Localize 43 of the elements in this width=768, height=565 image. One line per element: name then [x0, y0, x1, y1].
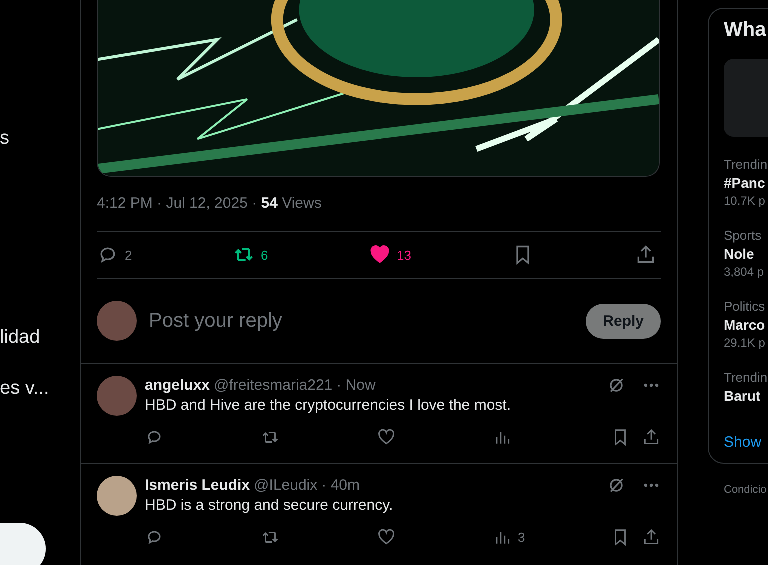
avatar: [97, 376, 137, 416]
share-icon: [635, 244, 657, 266]
nav-item[interactable]: lidad: [0, 327, 40, 349]
like-icon[interactable]: [377, 428, 396, 447]
trend-category: Trendin: [724, 370, 768, 385]
trend-post-count: 3,804 p: [724, 265, 766, 279]
show-more-link[interactable]: Show: [724, 434, 768, 451]
trend-post-count: 10.7K p: [724, 194, 766, 208]
reply-text: HBD is a strong and secure currency.: [145, 497, 394, 514]
share-icon[interactable]: [642, 428, 661, 447]
trend-category: Politics: [724, 299, 766, 314]
reply-button[interactable]: 2: [97, 244, 136, 266]
trend-post-count: 29.1K p: [724, 336, 766, 350]
trend-name[interactable]: Marco: [724, 317, 768, 333]
slashed-circle-icon[interactable]: [607, 376, 626, 395]
user-handle: @ILeudix: [254, 477, 318, 494]
post-time: · Now: [336, 377, 376, 394]
trend-category: Sports: [724, 228, 763, 243]
user-handle: @freitesmaria221: [214, 377, 333, 394]
views-count: 3: [518, 530, 526, 545]
avatar: [97, 476, 137, 516]
panel-title: Wha: [724, 19, 768, 42]
trend-category: Trendin: [724, 157, 768, 172]
like-icon[interactable]: [377, 528, 396, 547]
reply-button[interactable]: Reply: [586, 304, 661, 338]
post-timestamp: 4:12 PM · Jul 12, 2025 · 54 Views: [97, 194, 323, 214]
user-name[interactable]: angeluxx: [145, 377, 210, 394]
heart-icon: [369, 244, 391, 266]
reply-input[interactable]: Post your reply: [147, 308, 576, 334]
user-name[interactable]: Ismeris Leudix: [145, 477, 250, 494]
footer-link[interactable]: Condicio: [724, 484, 768, 496]
like-button[interactable]: 13: [369, 244, 416, 266]
trend-name[interactable]: Barut: [724, 388, 768, 404]
avatar: [97, 301, 137, 341]
repost-button[interactable]: 6: [233, 244, 272, 266]
nav-item[interactable]: s: [0, 128, 10, 150]
trend-name[interactable]: #Panc: [724, 175, 768, 191]
slashed-circle-icon[interactable]: [607, 476, 626, 495]
trend-name[interactable]: Nole: [724, 246, 768, 262]
post-time: · 40m: [322, 477, 360, 494]
share-icon[interactable]: [642, 528, 661, 547]
nav-item[interactable]: es v...: [0, 378, 50, 400]
reply-text: HBD and Hive are the cryptocurrencies I love the most.: [145, 397, 512, 414]
